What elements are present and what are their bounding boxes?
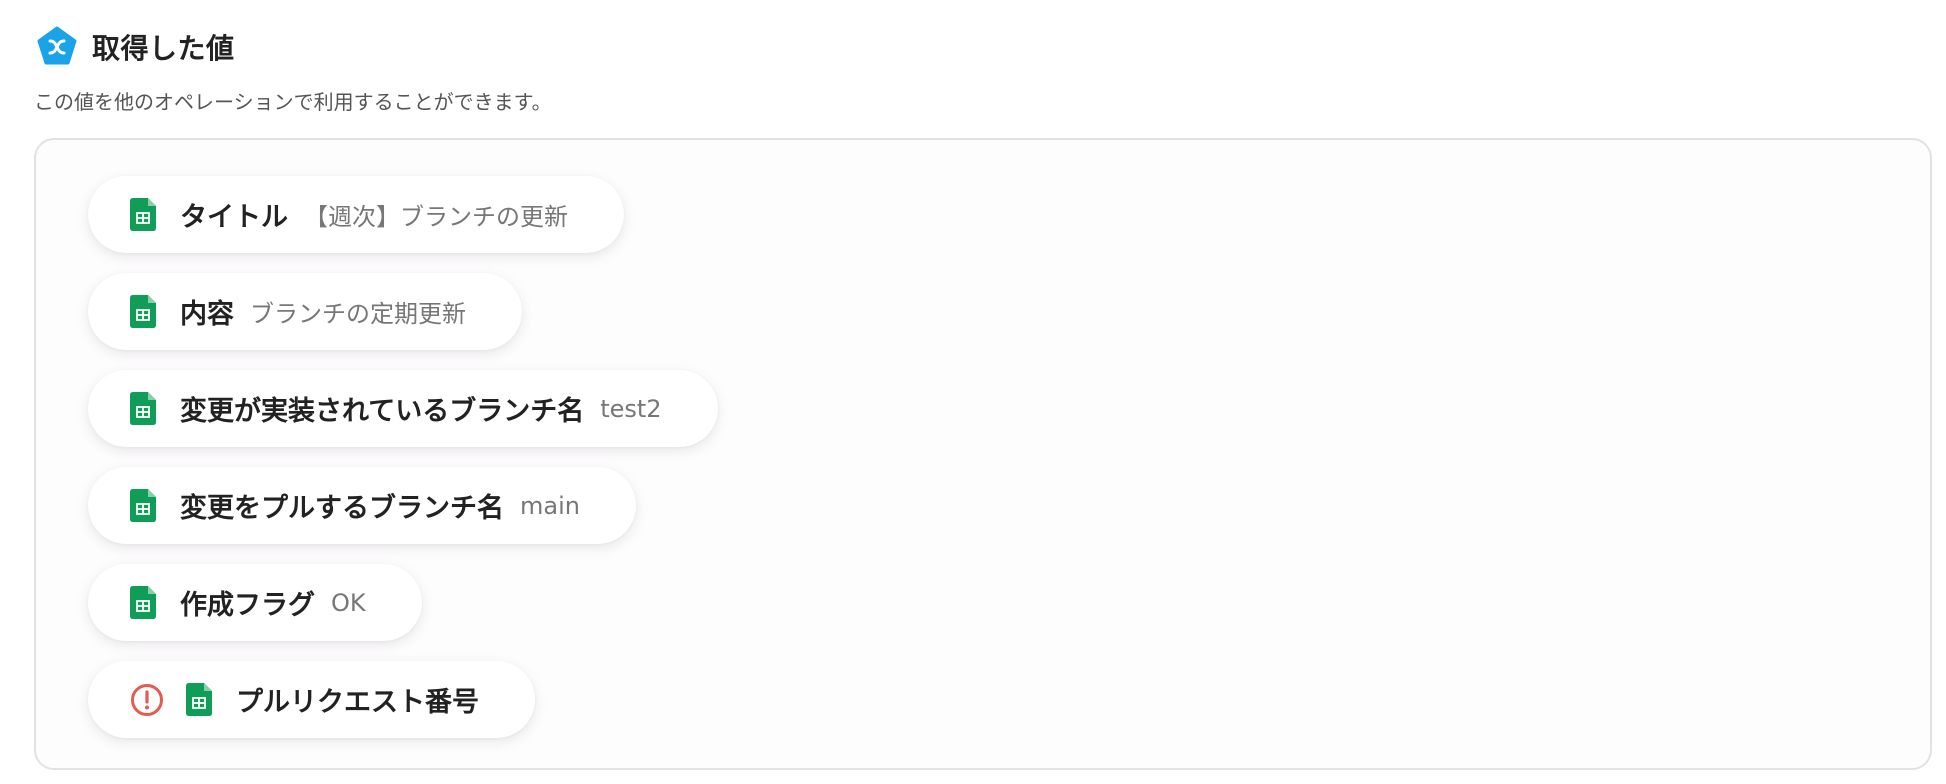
alert-icon: [131, 683, 163, 716]
value-text: main: [520, 491, 580, 520]
value-text: 【週次】ブランチの更新: [304, 203, 568, 231]
value-pill-content[interactable]: 内容 ブランチの定期更新: [88, 273, 522, 350]
value-pill-title[interactable]: タイトル 【週次】ブランチの更新: [88, 176, 624, 253]
spreadsheet-icon: [130, 295, 156, 328]
value-pill-head-branch[interactable]: 変更が実装されているブランチ名 test2: [88, 370, 718, 447]
page-description: この値を他のオペレーションで利用することができます。: [34, 90, 552, 114]
value-text: test2: [600, 394, 662, 423]
value-label: 変更をプルするブランチ名: [180, 493, 504, 524]
page-header: 取得した値: [36, 26, 235, 68]
value-label: 作成フラグ: [180, 590, 315, 621]
value-label: 変更が実装されているブランチ名: [180, 396, 585, 427]
value-pill-base-branch[interactable]: 変更をプルするブランチ名 main: [88, 467, 636, 544]
value-label: プルリクエスト番号: [236, 687, 479, 718]
brand-logo-icon: [37, 26, 77, 65]
spreadsheet-icon: [130, 489, 156, 522]
values-list: タイトル 【週次】ブランチの更新 内容 ブランチの定期更新 変更が実装されている…: [88, 176, 718, 738]
values-panel: タイトル 【週次】ブランチの更新 内容 ブランチの定期更新 変更が実装されている…: [34, 138, 1932, 770]
value-text: ブランチの定期更新: [250, 300, 466, 328]
value-pill-create-flag[interactable]: 作成フラグ OK: [88, 564, 422, 641]
value-label: 内容: [180, 299, 234, 330]
spreadsheet-icon: [130, 392, 156, 425]
spreadsheet-icon: [186, 683, 212, 716]
value-text: OK: [331, 588, 366, 617]
spreadsheet-icon: [130, 586, 156, 619]
page-title: 取得した値: [92, 32, 235, 65]
spreadsheet-icon: [130, 198, 156, 231]
value-pill-pr-number[interactable]: プルリクエスト番号: [88, 661, 535, 738]
value-label: タイトル: [180, 202, 288, 233]
